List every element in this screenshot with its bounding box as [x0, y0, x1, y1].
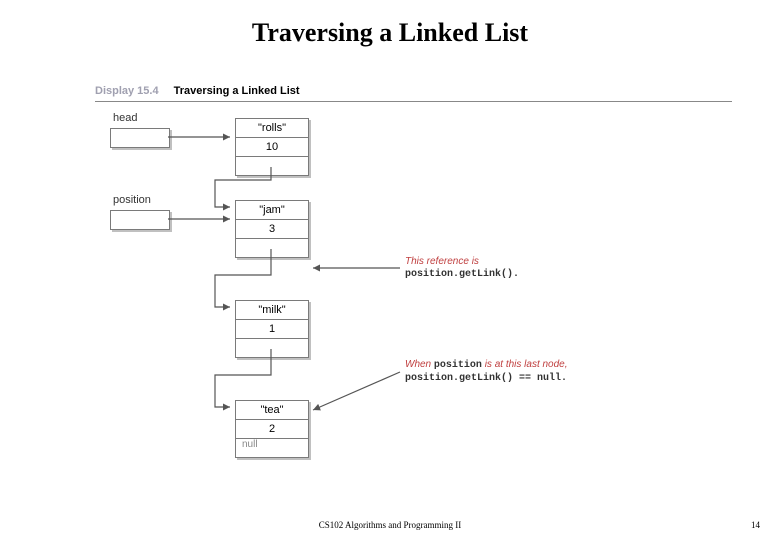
node-link-null: null [236, 438, 308, 457]
page-title: Traversing a Linked List [0, 18, 780, 48]
footer-course: CS102 Algorithms and Programming II [0, 520, 780, 530]
node-link-cell [236, 338, 308, 357]
diagram-area: head position "rolls" 10 "jam" 3 "milk" … [95, 110, 732, 510]
display-header: Display 15.4 Traversing a Linked List [95, 85, 732, 102]
node-rolls: "rolls" 10 [235, 118, 309, 176]
annotation-text: This reference is [405, 255, 519, 268]
footer-page-number: 14 [751, 520, 760, 530]
head-pointer-box [110, 128, 170, 148]
node-item: "jam" [236, 201, 308, 219]
node-count: 3 [236, 219, 308, 238]
annotation-span: position [434, 360, 482, 371]
annotation-text: When position is at this last node, [405, 358, 568, 372]
node-item: "milk" [236, 301, 308, 319]
arrows-svg [95, 110, 732, 510]
node-milk: "milk" 1 [235, 300, 309, 358]
display-number: Display 15.4 [95, 85, 159, 97]
annotation-code: position.getLink(). [405, 268, 519, 281]
annotation-lastnode: When position is at this last node, posi… [405, 358, 568, 385]
node-item: "rolls" [236, 119, 308, 137]
node-item: "tea" [236, 401, 308, 419]
node-link-cell [236, 156, 308, 175]
annotation-span: When [405, 359, 434, 370]
position-pointer-box [110, 210, 170, 230]
position-label: position [113, 194, 151, 206]
node-link-cell [236, 238, 308, 257]
head-label: head [113, 112, 137, 124]
display-caption: Traversing a Linked List [174, 85, 300, 97]
node-tea: "tea" 2 null [235, 400, 309, 458]
annotation-span: is at this last node, [482, 359, 568, 370]
node-count: 2 [236, 419, 308, 438]
node-count: 1 [236, 319, 308, 338]
node-jam: "jam" 3 [235, 200, 309, 258]
annotation-code: position.getLink() == null. [405, 372, 568, 385]
annotation-getlink: This reference is position.getLink(). [405, 255, 519, 281]
node-count: 10 [236, 137, 308, 156]
